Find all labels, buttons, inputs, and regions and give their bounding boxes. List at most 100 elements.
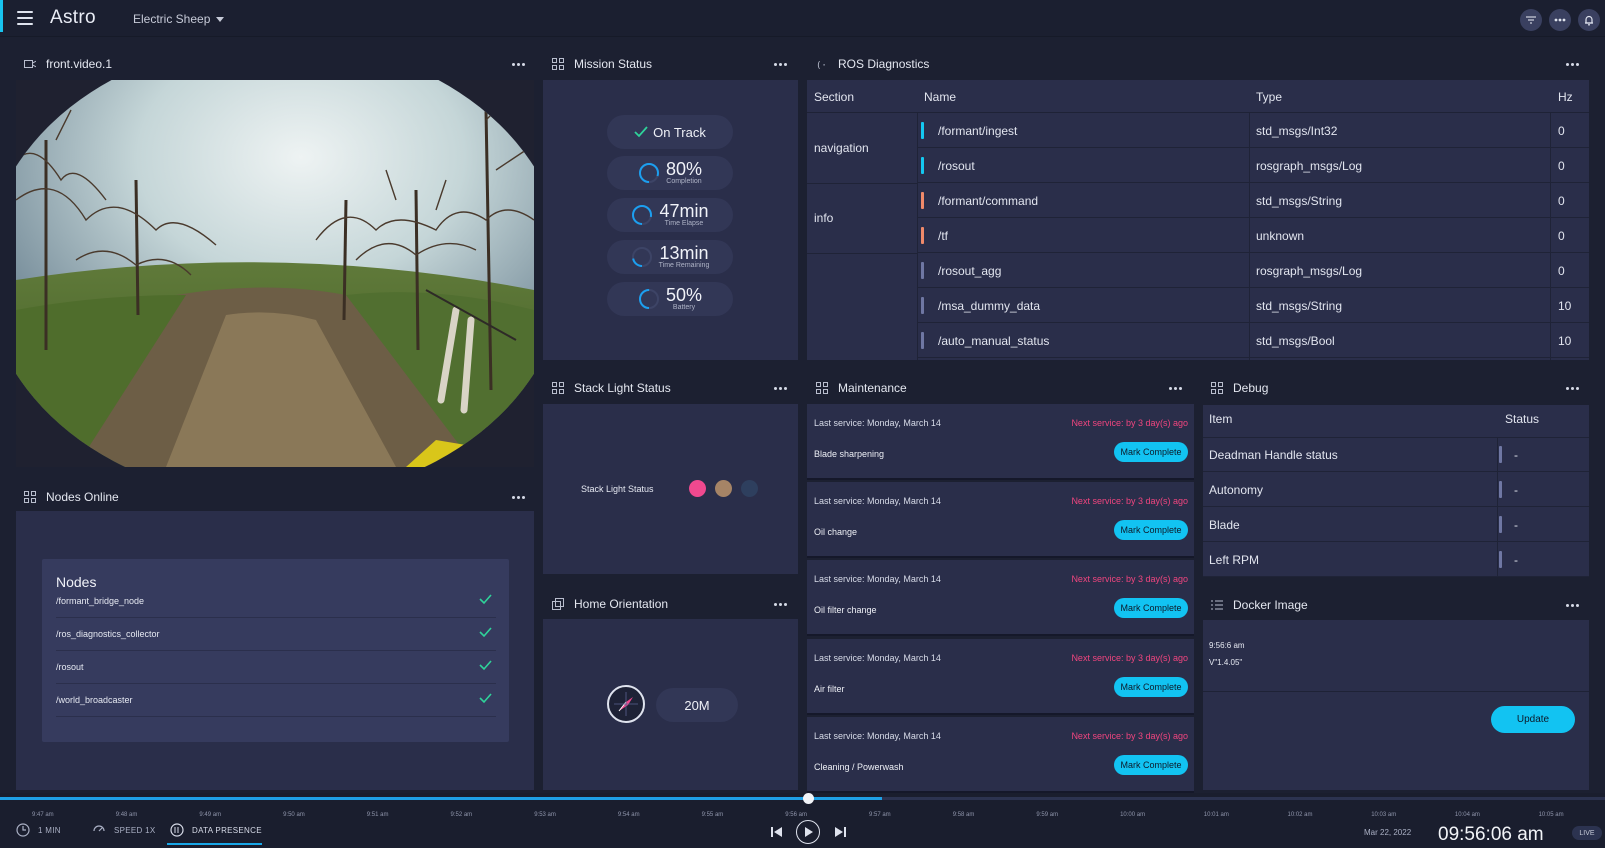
maintenance-panel-more-button[interactable] [1167,381,1183,395]
ros-panel-more-button[interactable] [1564,57,1580,71]
row-color-bar [921,332,924,349]
home-panel-title: Home Orientation [574,597,669,611]
mark-complete-button[interactable]: Mark Complete [1114,442,1188,462]
skip-back-icon[interactable] [771,826,783,838]
next-service-text: Next service: by 3 day(s) ago [1071,496,1188,507]
filter-icon [1526,16,1536,24]
stack-panel-more-button[interactable] [772,381,788,395]
active-tab-underline [167,843,262,845]
debug-row-item: Blade [1209,518,1240,532]
timeline-date: Mar 22, 2022 [1364,828,1412,837]
home-panel-header: Home Orientation [552,594,788,616]
video-panel-more-button[interactable] [510,57,526,71]
mission-panel-more-button[interactable] [772,57,788,71]
orientation-icon [552,598,564,610]
ros-row-type: std_msgs/String [1256,299,1343,313]
ros-row-name: /rosout [938,159,975,173]
mission-metric-pill: 47min Time Elapse [607,198,733,232]
home-panel-more-button[interactable] [772,597,788,611]
timeline-scrubber-handle[interactable] [803,793,814,804]
next-service-text: Next service: by 3 day(s) ago [1071,418,1188,428]
data-presence-label: DATA PRESENCE [192,825,262,835]
data-presence-toggle[interactable]: DATA PRESENCE [170,823,262,837]
nodes-panel-more-button[interactable] [510,490,526,504]
metric-value: 47min [659,201,709,221]
timeline-tick-label: 10:00 am [1120,812,1146,818]
row-color-bar [921,227,924,244]
docker-panel-more-button[interactable] [1564,598,1580,612]
row-color-bar [921,192,924,209]
widget-grid-icon [24,491,36,503]
debug-panel-header: Debug [1211,378,1580,400]
checkmark-icon [479,594,492,605]
ros-row-name: /formant/command [938,194,1039,208]
widget-grid-icon [552,382,564,394]
more-options-button[interactable] [1549,9,1571,31]
speed-selector[interactable]: SPEED 1X [92,823,156,837]
data-presence-icon [170,823,184,837]
mark-complete-button[interactable]: Mark Complete [1114,676,1188,697]
debug-col-status: Status [1505,412,1540,426]
timeline-tick-label: 9:59 am [1036,812,1059,818]
checkmark-icon [479,627,492,638]
docker-panel-header: Docker Image [1211,595,1580,617]
node-name: /world_broadcaster [56,695,133,705]
next-service-text: Next service: by 3 day(s) ago [1071,574,1188,585]
skip-forward-icon[interactable] [834,826,846,838]
ros-table-row[interactable]: /rosout rosgraph_msgs/Log 0 [807,148,1589,183]
timeline-progress [0,797,882,800]
ros-table-row[interactable]: /msa_dummy_data std_msgs/String 10 [807,288,1589,323]
mark-complete-button[interactable]: Mark Complete [1114,754,1188,775]
debug-row-status: - [1514,553,1518,567]
window-selector[interactable]: 1 MIN [16,823,61,837]
timeline-tick-label: 10:02 am [1287,812,1313,818]
checkmark-icon [479,693,492,704]
ros-table-row[interactable]: /auto_manual_status std_msgs/Bool 10 [807,323,1589,358]
device-selector[interactable]: Electric Sheep [133,12,225,26]
row-color-bar [1499,551,1502,568]
timeline-tick-label: 9:49 am [199,812,222,818]
node-name: /rosout [56,662,84,672]
update-button[interactable]: Update [1491,706,1575,733]
timeline-tick-label: 9:54 am [617,812,640,818]
debug-table: Item Status Deadman Handle status - Autono… [1203,405,1589,577]
checkmark-icon [634,126,648,138]
timeline-tick-label: 9:51 am [366,812,389,818]
hamburger-menu-icon[interactable] [17,11,33,25]
maintenance-panel-header: Maintenance [816,378,1183,400]
ros-col-section: Section [814,90,855,104]
filter-button[interactable] [1520,9,1542,31]
compass-icon [607,685,645,723]
last-service-text: Last service: Monday, March 14 [814,574,941,585]
debug-row-status: - [1514,448,1518,462]
top-bar: Astro Electric Sheep [0,0,1605,37]
video-panel-title: front.video.1 [46,57,113,71]
notifications-button[interactable] [1578,9,1600,31]
ros-table-row[interactable]: /formant/ingest std_msgs/Int32 0 [807,113,1589,148]
debug-row-status: - [1514,483,1518,497]
play-button[interactable] [796,820,820,844]
ros-table-row[interactable]: /rosout_agg rosgraph_msgs/Log 0 [807,253,1589,288]
debug-col-item: Item [1209,412,1233,426]
ros-diagnostics-table: Section Name Type Hz navigation info /fo… [807,80,1589,360]
mission-metric-pill: 80% Completion [607,156,733,190]
ros-row-name: /auto_manual_status [938,334,1050,348]
timeline-tick-label: 10:01 am [1203,812,1229,818]
bell-icon [1585,15,1593,26]
timeline-tick-label: 10:03 am [1371,812,1397,818]
ros-col-hz: Hz [1558,90,1573,104]
debug-panel-more-button[interactable] [1564,381,1580,395]
live-button[interactable]: LIVE [1572,826,1602,840]
list-icon [1211,600,1223,610]
vineyard-camera-image [16,80,534,467]
progress-ring-icon [638,289,659,309]
ros-table-row[interactable]: /tf unknown 0 [807,218,1589,253]
metric-text: 47min Time Elapse [659,202,708,228]
mark-complete-button[interactable]: Mark Complete [1114,598,1188,619]
mark-complete-button[interactable]: Mark Complete [1114,520,1188,541]
row-color-bar [921,157,924,174]
ros-table-row[interactable]: /formant/command std_msgs/String 0 [807,183,1589,218]
node-list-item: /ros_diagnostics_collector [56,619,496,651]
ros-col-name: Name [924,90,957,104]
video-feed [16,80,534,467]
